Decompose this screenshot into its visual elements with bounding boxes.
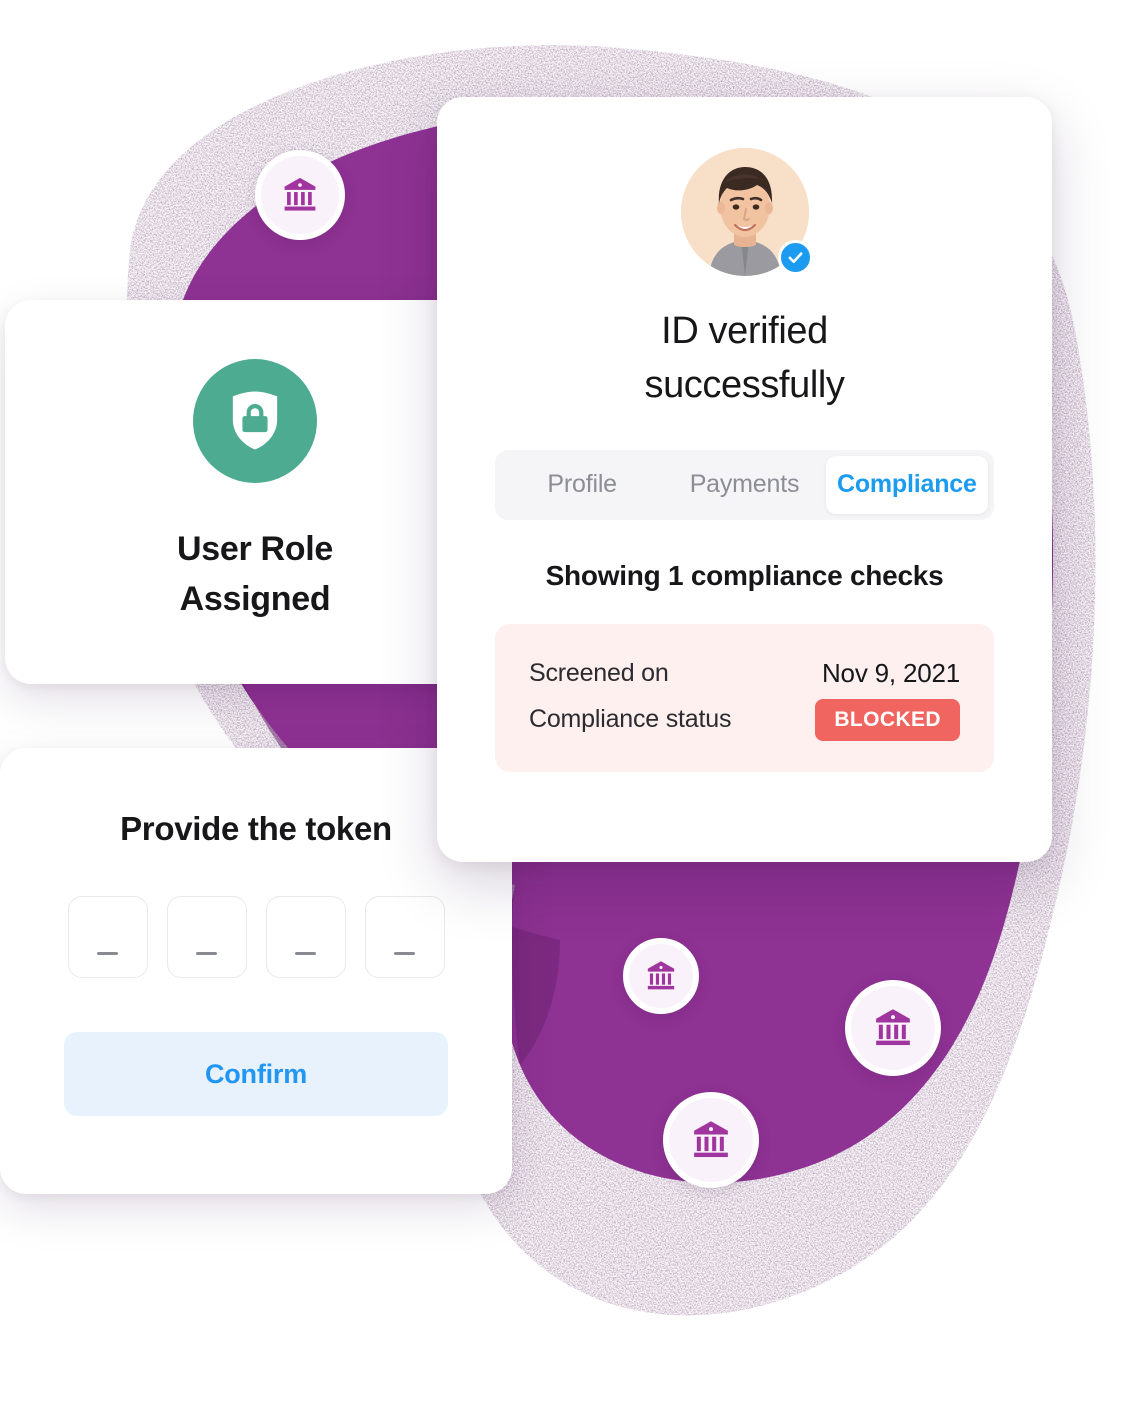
bank-icon: [284, 177, 316, 211]
token-card-title: Provide the token: [120, 810, 392, 847]
user-role-title-line2: Assigned: [179, 580, 331, 618]
compliance-status-label: Compliance status: [529, 705, 732, 734]
shield-lock-icon: [193, 359, 317, 484]
token-digit-3[interactable]: [265, 896, 346, 978]
user-role-card: User Role Assigned: [5, 300, 505, 684]
id-verification-card: ID verified successfully Profile Payment…: [437, 97, 1052, 862]
screened-on-label: Screened on: [529, 659, 669, 688]
bank-badge-3: [845, 980, 941, 1076]
tab-compliance[interactable]: Compliance: [825, 455, 988, 514]
user-role-title: User Role Assigned: [177, 525, 333, 625]
token-placeholder-dash: [196, 952, 217, 955]
bank-icon: [694, 1121, 728, 1158]
avatar: [680, 148, 813, 276]
tab-profile[interactable]: Profile: [501, 456, 663, 514]
bank-icon: [647, 961, 675, 990]
shield-lock-glyph: [232, 391, 278, 450]
status-badge: BLOCKED: [815, 698, 960, 741]
table-row: Screened on Nov 9, 2021: [529, 651, 960, 697]
compliance-check-panel: Screened on Nov 9, 2021 Compliance statu…: [495, 623, 994, 772]
token-digit-2[interactable]: [166, 896, 247, 978]
confirm-button[interactable]: Confirm: [64, 1032, 448, 1116]
token-placeholder-dash: [295, 952, 316, 955]
page-title-line1: ID verified: [661, 310, 828, 352]
illustration-stage: User Role Assigned Provide the token Con…: [0, 0, 1148, 1412]
results-summary: Showing 1 compliance checks: [545, 559, 944, 591]
check-badge-icon: [777, 240, 813, 275]
token-digit-4[interactable]: [364, 896, 445, 978]
tab-bar: Profile Payments Compliance: [495, 449, 994, 520]
bank-badge-4: [663, 1092, 759, 1188]
token-placeholder-dash: [97, 952, 118, 955]
page-title: ID verified successfully: [437, 305, 1052, 413]
token-input-group: [67, 896, 445, 978]
provide-token-card: Provide the token Confirm: [0, 748, 512, 1194]
tab-payments[interactable]: Payments: [663, 456, 825, 514]
bank-badge-2: [623, 938, 699, 1014]
token-digit-1[interactable]: [67, 896, 148, 978]
table-row: Compliance status BLOCKED: [529, 697, 960, 743]
bank-icon: [876, 1009, 910, 1046]
token-placeholder-dash: [394, 952, 415, 955]
check-glyph: [788, 252, 802, 264]
page-title-line2: successfully: [644, 363, 845, 406]
screened-on-value: Nov 9, 2021: [821, 658, 960, 689]
user-role-title-line1: User Role: [176, 530, 334, 569]
bank-badge-1: [255, 150, 345, 240]
